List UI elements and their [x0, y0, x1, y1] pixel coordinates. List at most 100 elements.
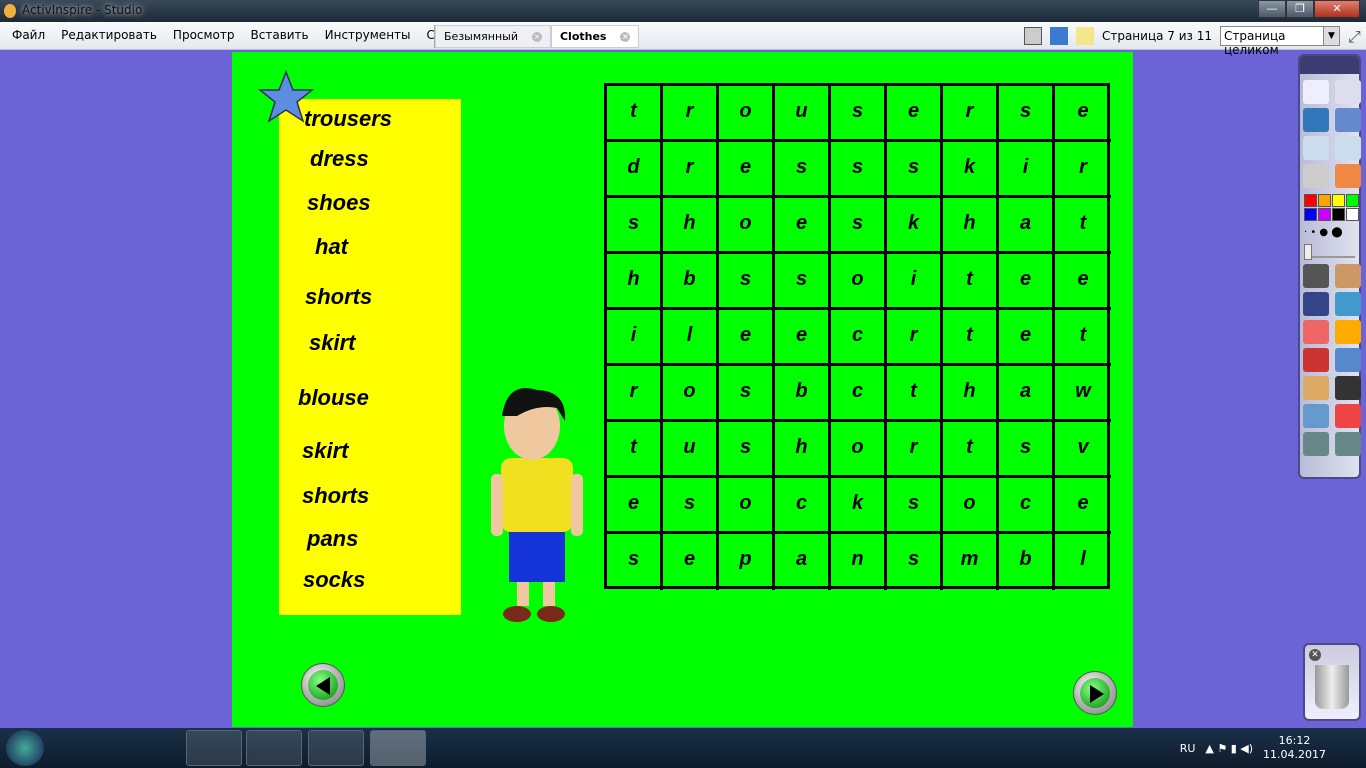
grid-cell[interactable]: r — [1055, 142, 1111, 198]
color-swatch[interactable] — [1318, 208, 1331, 221]
grid-cell[interactable]: h — [663, 198, 719, 254]
desktop-tools-icon[interactable] — [1335, 108, 1361, 132]
reset-page-icon[interactable] — [1335, 404, 1361, 428]
ie-icon[interactable] — [64, 730, 120, 766]
fill-icon[interactable] — [1335, 320, 1361, 344]
chrome-icon[interactable] — [246, 730, 302, 766]
grid-cell[interactable]: s — [999, 422, 1055, 478]
grid-cell[interactable]: s — [775, 254, 831, 310]
grid-cell[interactable]: s — [831, 142, 887, 198]
redo-icon[interactable] — [1335, 432, 1361, 456]
grid-cell[interactable]: n — [831, 534, 887, 590]
grid-cell[interactable]: r — [887, 310, 943, 366]
grid-cell[interactable]: e — [775, 198, 831, 254]
grid-cell[interactable]: b — [999, 534, 1055, 590]
grid-cell[interactable]: e — [719, 142, 775, 198]
clear-icon[interactable] — [1303, 404, 1329, 428]
grid-cell[interactable]: c — [831, 366, 887, 422]
next-page-icon[interactable] — [1335, 136, 1361, 160]
undo-icon[interactable] — [1303, 432, 1329, 456]
grid-cell[interactable]: r — [663, 86, 719, 142]
grid-cell[interactable]: t — [1055, 310, 1111, 366]
color-swatch[interactable] — [1346, 208, 1359, 221]
grid-cell[interactable]: r — [887, 422, 943, 478]
zoom-select[interactable]: Страница целиком ▼ — [1220, 26, 1340, 57]
clock[interactable]: 16:12 11.04.2017 — [1263, 734, 1326, 762]
close-tab-icon[interactable]: × — [620, 31, 631, 42]
grid-cell[interactable]: e — [999, 254, 1055, 310]
tab-0[interactable]: Безымянный × — [435, 25, 551, 48]
grid-cell[interactable]: c — [775, 478, 831, 534]
grid-cell[interactable]: h — [775, 422, 831, 478]
trash-bin[interactable]: ✕ — [1303, 643, 1361, 721]
grid-cell[interactable]: t — [607, 422, 663, 478]
close-button[interactable]: ✕ — [1314, 0, 1360, 18]
grid-cell[interactable]: c — [831, 310, 887, 366]
next-page-button[interactable] — [1073, 671, 1117, 715]
menu-item[interactable]: Файл — [4, 28, 53, 42]
text-icon[interactable] — [1335, 376, 1361, 400]
grid-cell[interactable]: l — [1055, 534, 1111, 590]
grid-cell[interactable]: i — [607, 310, 663, 366]
color-swatch[interactable] — [1332, 208, 1345, 221]
grid-cell[interactable]: e — [1055, 86, 1111, 142]
flipchart-object-icon[interactable] — [1335, 164, 1361, 188]
grid-cell[interactable]: a — [775, 534, 831, 590]
grid-cell[interactable]: s — [719, 366, 775, 422]
grid-cell[interactable]: s — [831, 198, 887, 254]
tab-1[interactable]: Clothes × — [550, 25, 640, 48]
grid-cell[interactable]: s — [719, 254, 775, 310]
grid-cell[interactable]: o — [831, 254, 887, 310]
grid-cell[interactable]: l — [663, 310, 719, 366]
color-swatch[interactable] — [1304, 194, 1317, 207]
grid-cell[interactable]: e — [1055, 478, 1111, 534]
grid-cell[interactable]: b — [663, 254, 719, 310]
shape-icon[interactable] — [1303, 348, 1329, 372]
grid-cell[interactable]: h — [943, 198, 999, 254]
grid-cell[interactable]: e — [775, 310, 831, 366]
grid-cell[interactable]: h — [943, 366, 999, 422]
grid-cell[interactable]: k — [831, 478, 887, 534]
grid-cell[interactable]: d — [607, 142, 663, 198]
grid-cell[interactable]: e — [607, 478, 663, 534]
grid-cell[interactable]: o — [831, 422, 887, 478]
grid-cell[interactable]: s — [999, 86, 1055, 142]
menu-item[interactable]: Инструменты — [317, 28, 419, 42]
color-swatch[interactable] — [1332, 194, 1345, 207]
close-tab-icon[interactable]: × — [531, 31, 542, 42]
page-browser-icon[interactable] — [1303, 80, 1329, 104]
grid-cell[interactable]: u — [663, 422, 719, 478]
grid-cell[interactable]: h — [607, 254, 663, 310]
grid-cell[interactable]: k — [943, 142, 999, 198]
grid-cell[interactable]: s — [607, 534, 663, 590]
grid-cell[interactable]: o — [719, 198, 775, 254]
grid-cell[interactable]: t — [887, 366, 943, 422]
grid-cell[interactable]: c — [999, 478, 1055, 534]
grid-cell[interactable]: s — [719, 422, 775, 478]
grid-cell[interactable]: s — [887, 478, 943, 534]
dashboard-icon[interactable] — [1049, 27, 1068, 45]
grid-cell[interactable]: e — [999, 310, 1055, 366]
previous-page-button[interactable] — [301, 663, 345, 707]
color-swatch[interactable] — [1304, 208, 1317, 221]
language-indicator[interactable]: RU — [1180, 742, 1196, 755]
pen-width-selector[interactable]: · • ● ⬤ — [1300, 221, 1359, 244]
menu-item[interactable]: Просмотр — [165, 28, 243, 42]
grid-cell[interactable]: p — [719, 534, 775, 590]
toolbox-header[interactable] — [1300, 56, 1359, 74]
grid-cell[interactable]: w — [1055, 366, 1111, 422]
grid-cell[interactable]: e — [1055, 254, 1111, 310]
grid-cell[interactable]: m — [943, 534, 999, 590]
grid-cell[interactable]: e — [887, 86, 943, 142]
grid-cell[interactable]: o — [719, 86, 775, 142]
highlighter-icon[interactable] — [1335, 292, 1361, 316]
tray-icons[interactable]: ▲ ⚑ ▮ ◀) — [1205, 742, 1253, 755]
connector-icon[interactable] — [1335, 348, 1361, 372]
word-icon[interactable] — [308, 730, 364, 766]
chevron-down-icon[interactable]: ▼ — [1323, 27, 1339, 45]
grid-cell[interactable]: e — [663, 534, 719, 590]
grid-cell[interactable]: t — [943, 310, 999, 366]
grid-cell[interactable]: u — [775, 86, 831, 142]
close-icon[interactable]: ✕ — [1309, 649, 1321, 661]
pen-width-slider[interactable] — [1304, 244, 1355, 260]
